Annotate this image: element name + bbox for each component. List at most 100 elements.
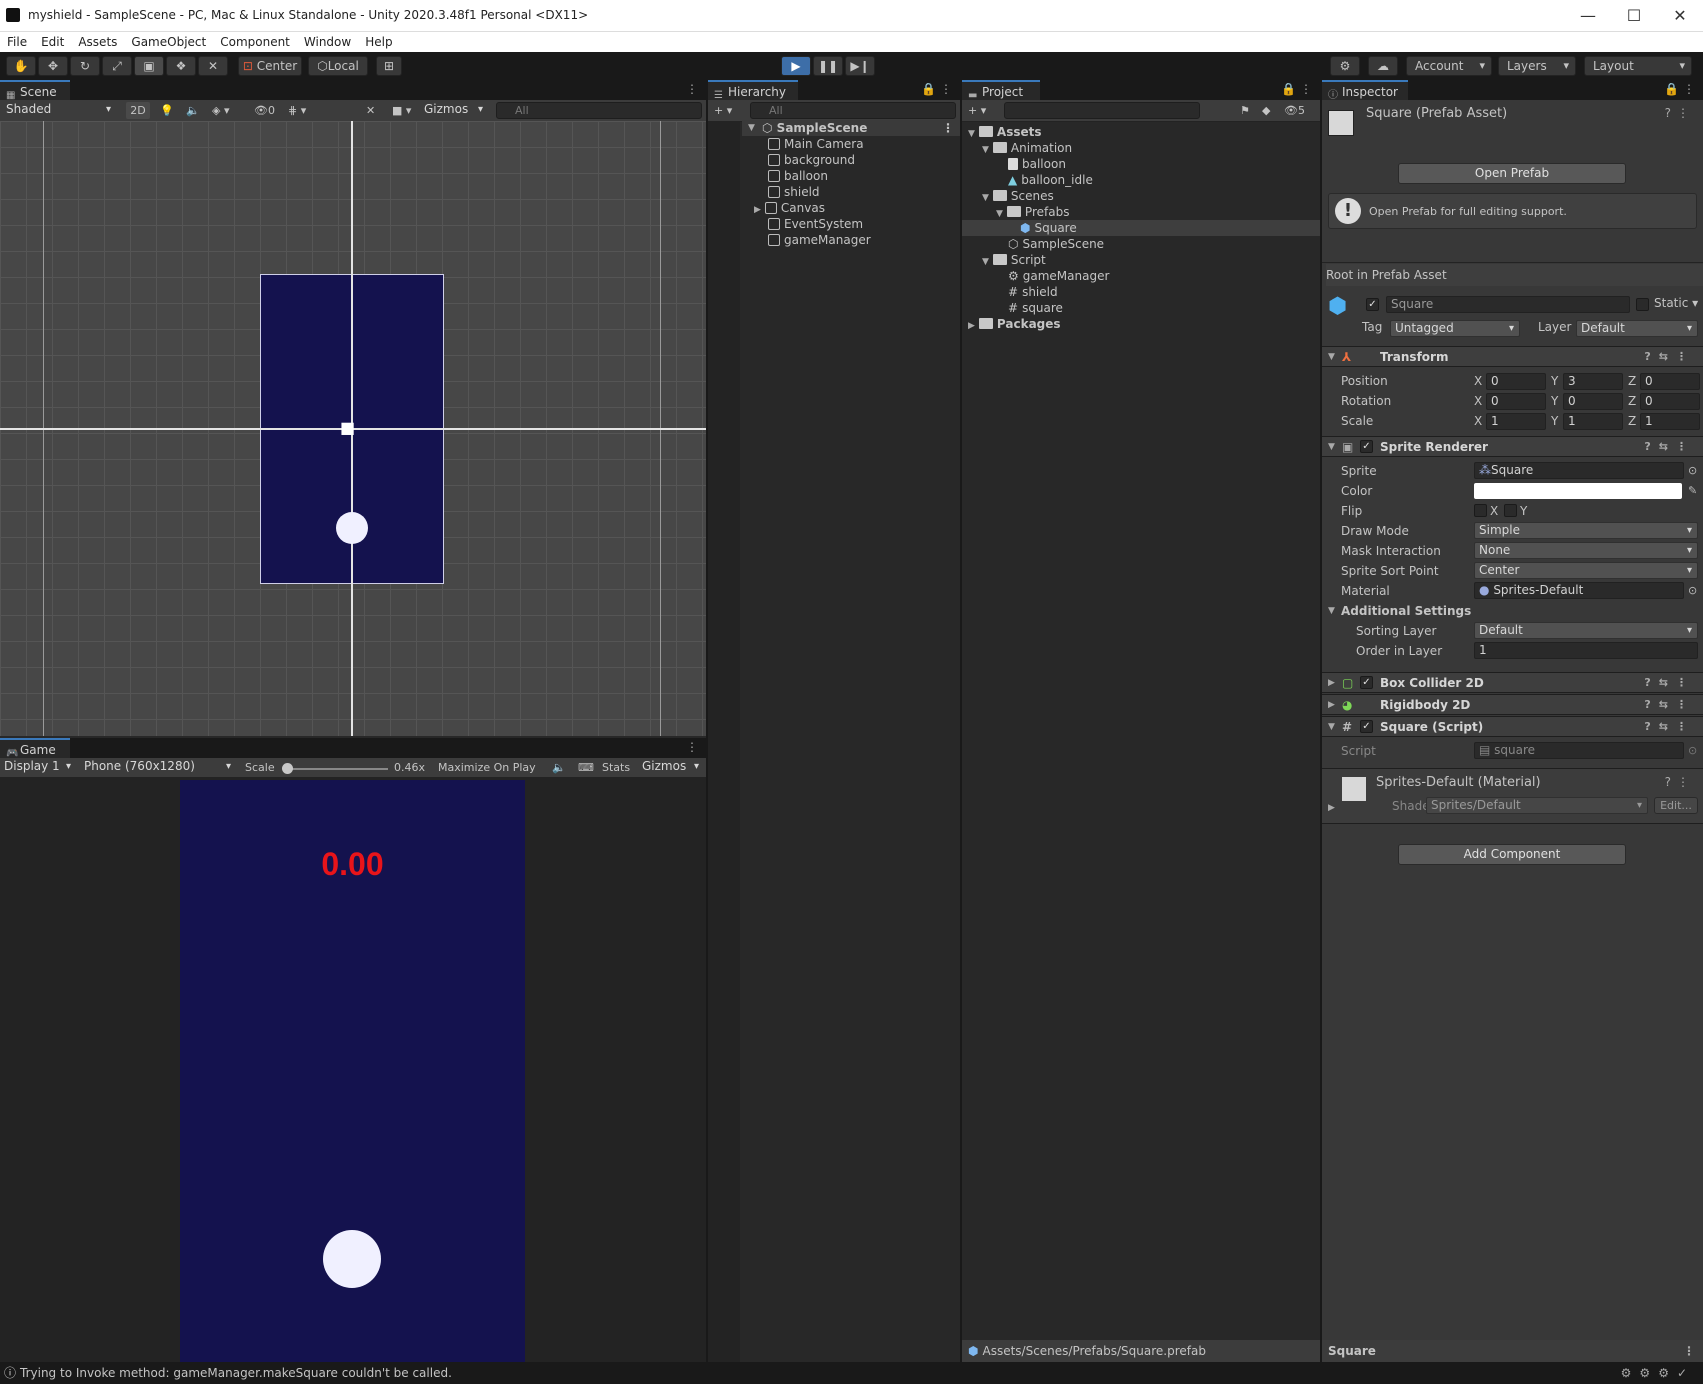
sprite-renderer-enabled-checkbox[interactable]: ✓ — [1360, 440, 1373, 453]
pivot-center-button[interactable]: ⊡ Center — [238, 56, 302, 76]
2d-toggle[interactable]: 2D — [126, 102, 150, 119]
menu-file[interactable]: File — [0, 32, 34, 52]
rotation-y-field[interactable]: 0 — [1563, 393, 1623, 410]
menu-window[interactable]: Window — [297, 32, 358, 52]
keyboard-icon[interactable]: ⌨ — [578, 759, 594, 776]
filter-label-icon[interactable]: ◆ — [1262, 102, 1270, 119]
draw-mode-dropdown[interactable]: Simple — [1474, 522, 1698, 539]
box-collider-enabled-checkbox[interactable]: ✓ — [1360, 676, 1373, 689]
panel-menu-icon[interactable]: ⋮ — [1683, 82, 1695, 96]
collapse-arrow-icon[interactable]: ▼ — [1328, 717, 1335, 737]
tag-dropdown[interactable]: Untagged — [1390, 320, 1520, 337]
project-item-samplescene[interactable]: ⬡ SampleScene — [1008, 236, 1104, 252]
step-button[interactable]: ▶❙ — [845, 56, 875, 76]
eyedropper-icon[interactable]: ✎ — [1688, 482, 1697, 500]
shading-mode-dropdown[interactable]: Shaded — [2, 102, 116, 119]
project-folder-prefabs[interactable]: ▼ Prefabs — [996, 204, 1069, 220]
open-prefab-button[interactable]: Open Prefab — [1398, 163, 1626, 184]
maximize-icon[interactable]: ☐ — [1611, 4, 1657, 28]
hierarchy-item-canvas[interactable]: ▶ Canvas — [754, 200, 825, 216]
project-folder-script[interactable]: ▼ Script — [982, 252, 1046, 268]
game-gizmos-dropdown[interactable]: Gizmos — [638, 759, 704, 776]
project-folder-assets[interactable]: ▼ Assets — [968, 124, 1042, 140]
expand-arrow-icon[interactable]: ▶ — [968, 321, 975, 331]
tab-project[interactable]: ▬ Project — [962, 80, 1040, 101]
hierarchy-item-shield[interactable]: shield — [768, 184, 820, 200]
row-menu-icon[interactable]: ⋮ — [942, 120, 954, 136]
sprite-renderer-header[interactable]: ▼ ▣ ✓ Sprite Renderer ?⇆⋮ — [1322, 436, 1703, 457]
object-picker-icon[interactable]: ⊙ — [1688, 582, 1697, 600]
collapse-arrow-icon[interactable]: ▼ — [1328, 602, 1335, 620]
project-search-input[interactable] — [1004, 102, 1200, 119]
scale-tool-icon[interactable]: ⤢ — [102, 56, 132, 76]
lock-icon[interactable]: 🔒 — [1281, 82, 1296, 96]
rotation-z-field[interactable]: 0 — [1640, 393, 1700, 410]
component-settings-icon[interactable]: ?⇆⋮ — [1644, 717, 1695, 737]
additional-settings-foldout[interactable]: ▼ Additional Settings — [1322, 602, 1703, 620]
lock-icon[interactable]: 🔒 — [921, 82, 936, 96]
hierarchy-item-balloon[interactable]: balloon — [768, 168, 828, 184]
menu-assets[interactable]: Assets — [71, 32, 124, 52]
expand-arrow-icon[interactable]: ▼ — [982, 145, 989, 155]
minimize-icon[interactable]: — — [1565, 4, 1611, 28]
grid-snap-icon[interactable]: ⊞ — [376, 56, 402, 76]
expand-arrow-icon[interactable]: ▼ — [982, 257, 989, 267]
project-item-balloon-idle[interactable]: ▲ balloon_idle — [1008, 172, 1093, 188]
project-item-square-prefab[interactable]: ⬢ Square — [962, 220, 1320, 236]
color-swatch[interactable] — [1474, 483, 1682, 499]
square-script-enabled-checkbox[interactable]: ✓ — [1360, 720, 1373, 733]
rotate-tool-icon[interactable]: ↻ — [70, 56, 100, 76]
tools-icon[interactable]: ✕ — [366, 102, 375, 119]
account-dropdown[interactable]: Account — [1406, 56, 1492, 76]
lock-icon[interactable]: 🔒 — [1664, 82, 1679, 96]
layout-dropdown[interactable]: Layout — [1584, 56, 1692, 76]
project-folder-packages[interactable]: ▶ Packages — [968, 316, 1061, 332]
cloud-icon[interactable]: ☁ — [1368, 56, 1398, 76]
hierarchy-item-main-camera[interactable]: Main Camera — [768, 136, 864, 152]
add-component-button[interactable]: Add Component — [1398, 844, 1626, 865]
create-add-icon[interactable]: + ▾ — [968, 102, 986, 119]
transform-tool-icon[interactable]: ❖ — [166, 56, 196, 76]
help-settings-icon[interactable]: ?⋮ — [1665, 775, 1695, 789]
hand-tool-icon[interactable]: ✋ — [6, 56, 36, 76]
project-item-shield-script[interactable]: # shield — [1008, 284, 1058, 300]
expand-arrow-icon[interactable]: ▼ — [748, 120, 755, 136]
pause-button[interactable]: ❚❚ — [813, 56, 843, 76]
scene-search-input[interactable]: All — [496, 102, 702, 119]
expand-arrow-icon[interactable]: ▶ — [1328, 803, 1335, 813]
component-settings-icon[interactable]: ?⇆⋮ — [1644, 673, 1695, 693]
square-script-header[interactable]: ▼ # ✓ Square (Script) ?⇆⋮ — [1322, 716, 1703, 737]
menu-help[interactable]: Help — [358, 32, 399, 52]
rect-tool-icon[interactable]: ▣ — [134, 56, 164, 76]
camera-gizmo-icon[interactable]: ■ — [340, 420, 364, 436]
layers-dropdown[interactable]: Layers — [1498, 56, 1576, 76]
static-checkbox[interactable] — [1636, 298, 1649, 311]
grid-toggle-icon[interactable]: ⋕ ▾ — [288, 102, 306, 119]
static-dropdown[interactable]: Static ▾ — [1654, 296, 1698, 310]
tab-game[interactable]: 🎮 Game — [0, 738, 70, 759]
menu-edit[interactable]: Edit — [34, 32, 71, 52]
menu-component[interactable]: Component — [213, 32, 297, 52]
expand-arrow-icon[interactable]: ▶ — [1328, 695, 1335, 715]
expand-arrow-icon[interactable]: ▶ — [754, 205, 761, 215]
camera-icon[interactable]: ■ ▾ — [392, 102, 411, 119]
hidden-objects-icon[interactable]: 👁0 — [254, 102, 275, 119]
help-settings-icon[interactable]: ?⋮ — [1665, 106, 1695, 120]
display-dropdown[interactable]: Display 1 — [0, 759, 76, 776]
panel-menu-icon[interactable]: ⋮ — [686, 82, 698, 96]
sprite-object-field[interactable]: ⁂Square — [1474, 462, 1684, 479]
hidden-packages-icon[interactable]: 👁5 — [1284, 102, 1305, 119]
rigidbody-header[interactable]: ▶ ◕ Rigidbody 2D ?⇆⋮ — [1322, 694, 1703, 715]
gizmos-dropdown[interactable]: Gizmos — [420, 102, 488, 119]
flip-y-checkbox[interactable] — [1504, 504, 1517, 517]
scale-slider-thumb[interactable] — [282, 763, 293, 774]
active-checkbox[interactable]: ✓ — [1366, 298, 1379, 311]
project-item-gamemanager-script[interactable]: ⚙ gameManager — [1008, 268, 1109, 284]
expand-arrow-icon[interactable]: ▼ — [982, 193, 989, 203]
rotation-x-field[interactable]: 0 — [1486, 393, 1546, 410]
collapse-arrow-icon[interactable]: ▼ — [1328, 347, 1335, 367]
shader-edit-button[interactable]: Edit... — [1654, 797, 1698, 814]
component-settings-icon[interactable]: ?⇆⋮ — [1644, 695, 1695, 715]
close-icon[interactable]: ✕ — [1657, 4, 1703, 28]
sorting-layer-dropdown[interactable]: Default — [1474, 622, 1698, 639]
